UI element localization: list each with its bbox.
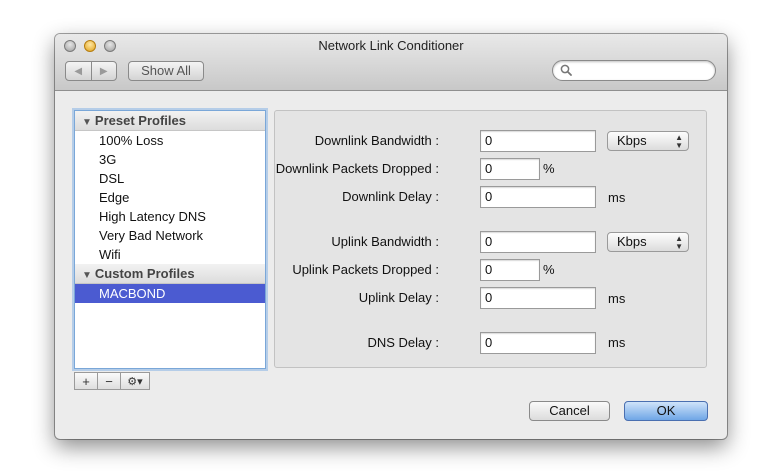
uplink-bandwidth-unit-select[interactable]: Kbps ▲ ▼	[607, 232, 689, 252]
profiles-list[interactable]: ▼ Preset Profiles 100% Loss 3G DSL Edge H…	[74, 110, 266, 369]
profile-item-dsl[interactable]: DSL	[75, 169, 265, 188]
remove-profile-button[interactable]: −	[97, 373, 120, 389]
downlink-packets-dropped-label: Downlink Packets Dropped :	[275, 161, 439, 176]
dns-delay-label: DNS Delay :	[367, 335, 439, 350]
window-title: Network Link Conditioner	[318, 38, 464, 53]
dns-delay-unit: ms	[608, 335, 626, 350]
downlink-delay-input[interactable]: 0	[480, 186, 596, 208]
downlink-bandwidth-label: Downlink Bandwidth :	[314, 133, 439, 148]
uplink-delay-input[interactable]: 0	[480, 287, 596, 309]
network-link-conditioner-window: Network Link Conditioner ◀ ▶ Show All ▼ P…	[55, 34, 727, 439]
right-arrow-icon: ▶	[99, 65, 108, 77]
popup-arrows-icon: ▲ ▼	[675, 133, 683, 150]
profile-item-wifi[interactable]: Wifi	[75, 245, 265, 264]
left-arrow-icon: ◀	[74, 65, 83, 77]
uplink-packets-dropped-input[interactable]: 0	[480, 259, 540, 281]
uplink-dropped-unit: %	[543, 262, 555, 277]
uplink-bandwidth-label: Uplink Bandwidth :	[331, 234, 439, 249]
search-field[interactable]	[552, 60, 716, 81]
ok-button[interactable]: OK	[624, 401, 708, 421]
cancel-button[interactable]: Cancel	[529, 401, 610, 421]
forward-button[interactable]: ▶	[90, 62, 117, 80]
downlink-packets-dropped-input[interactable]: 0	[480, 158, 540, 180]
uplink-packets-dropped-label: Uplink Packets Dropped :	[292, 262, 439, 277]
profile-item-high-latency-dns[interactable]: High Latency DNS	[75, 207, 265, 226]
profile-item-very-bad-network[interactable]: Very Bad Network	[75, 226, 265, 245]
custom-profiles-header: ▼ Custom Profiles	[75, 264, 265, 284]
magnifier-icon	[560, 64, 572, 76]
show-all-button[interactable]: Show All	[128, 61, 204, 81]
title-bar: Network Link Conditioner ◀ ▶ Show All	[55, 34, 727, 91]
popup-arrows-icon: ▲ ▼	[675, 234, 683, 251]
profile-item-100-loss[interactable]: 100% Loss	[75, 131, 265, 150]
downlink-delay-label: Downlink Delay :	[342, 189, 439, 204]
disclosure-triangle-icon[interactable]: ▼	[82, 113, 92, 132]
uplink-delay-label: Uplink Delay :	[358, 290, 439, 305]
disclosure-triangle-icon[interactable]: ▼	[82, 266, 92, 285]
gear-menu-button[interactable]: ⚙▾	[120, 373, 149, 389]
profile-settings-panel: Downlink Bandwidth : 0 Kbps ▲ ▼ Downlink …	[274, 110, 707, 368]
back-button[interactable]: ◀	[66, 62, 91, 80]
uplink-bandwidth-input[interactable]: 0	[480, 231, 596, 253]
dns-delay-input[interactable]: 0	[480, 332, 596, 354]
downlink-delay-unit: ms	[608, 190, 626, 205]
list-action-buttons: + − ⚙▾	[74, 372, 150, 390]
preset-profiles-header: ▼ Preset Profiles	[75, 111, 265, 131]
gear-icon: ⚙▾	[127, 375, 143, 388]
profile-item-macbond[interactable]: MACBOND	[75, 284, 265, 303]
profile-item-edge[interactable]: Edge	[75, 188, 265, 207]
profile-item-3g[interactable]: 3G	[75, 150, 265, 169]
downlink-bandwidth-input[interactable]: 0	[480, 130, 596, 152]
downlink-dropped-unit: %	[543, 161, 555, 176]
add-profile-button[interactable]: +	[75, 373, 97, 389]
uplink-delay-unit: ms	[608, 291, 626, 306]
navigation-buttons: ◀ ▶	[65, 61, 117, 81]
downlink-bandwidth-unit-select[interactable]: Kbps ▲ ▼	[607, 131, 689, 151]
